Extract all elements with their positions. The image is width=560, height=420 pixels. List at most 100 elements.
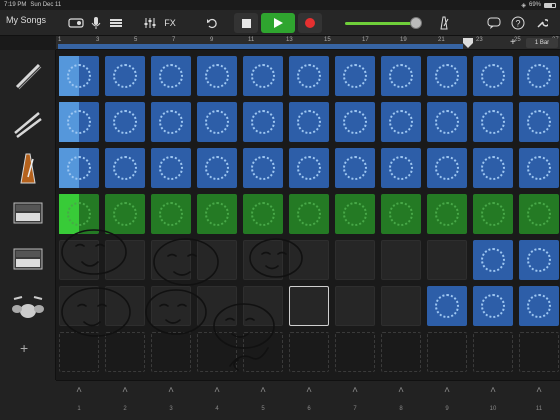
loop-cell[interactable] bbox=[243, 286, 283, 326]
timeline-ruler[interactable]: 13579111315171921232527 + 1 Bar bbox=[56, 36, 560, 50]
loop-cell[interactable] bbox=[59, 56, 99, 96]
loop-cell[interactable] bbox=[519, 286, 559, 326]
loop-cell[interactable] bbox=[335, 102, 375, 142]
loop-cell[interactable] bbox=[473, 286, 513, 326]
empty-cell-slot[interactable] bbox=[519, 332, 559, 372]
tracks-view-icon[interactable] bbox=[106, 13, 126, 33]
loop-cell[interactable] bbox=[151, 148, 191, 188]
loop-cell[interactable] bbox=[105, 240, 145, 280]
stop-button[interactable] bbox=[234, 13, 258, 33]
drumstick-icon[interactable] bbox=[8, 56, 48, 96]
empty-cell-slot[interactable] bbox=[197, 332, 237, 372]
empty-cell-slot[interactable] bbox=[151, 332, 191, 372]
loop-cell[interactable] bbox=[381, 286, 421, 326]
loop-cell[interactable] bbox=[381, 194, 421, 234]
loop-cell[interactable] bbox=[427, 148, 467, 188]
loop-cell[interactable] bbox=[59, 286, 99, 326]
loop-cell[interactable] bbox=[473, 148, 513, 188]
loop-cell[interactable] bbox=[289, 56, 329, 96]
loop-cell[interactable] bbox=[427, 102, 467, 142]
loop-cell[interactable] bbox=[289, 102, 329, 142]
loop-cell[interactable] bbox=[151, 56, 191, 96]
loop-cell[interactable] bbox=[473, 102, 513, 142]
loop-cell[interactable] bbox=[197, 148, 237, 188]
loop-cell[interactable] bbox=[381, 148, 421, 188]
loop-cell[interactable] bbox=[243, 148, 283, 188]
loop-cell[interactable] bbox=[519, 56, 559, 96]
loop-cell[interactable] bbox=[197, 194, 237, 234]
empty-cell-slot[interactable] bbox=[335, 332, 375, 372]
drumkit-icon[interactable] bbox=[8, 286, 48, 326]
metronome-icon[interactable] bbox=[434, 13, 454, 33]
loop-cell[interactable] bbox=[473, 240, 513, 280]
loop-cell[interactable] bbox=[381, 56, 421, 96]
loop-cell[interactable] bbox=[289, 194, 329, 234]
loop-cell[interactable] bbox=[151, 194, 191, 234]
loop-cell[interactable] bbox=[59, 240, 99, 280]
undo-icon[interactable] bbox=[202, 13, 222, 33]
add-track-button[interactable]: + bbox=[20, 340, 28, 356]
loop-cell[interactable] bbox=[151, 286, 191, 326]
loop-cell[interactable] bbox=[105, 286, 145, 326]
loop-cell[interactable] bbox=[289, 240, 329, 280]
column-trigger-button[interactable]: ˄ 1 bbox=[59, 385, 99, 419]
loop-cell[interactable] bbox=[335, 240, 375, 280]
loop-cell[interactable] bbox=[105, 56, 145, 96]
empty-cell-slot[interactable] bbox=[243, 332, 283, 372]
play-button[interactable] bbox=[261, 13, 295, 33]
help-icon[interactable]: ? bbox=[508, 13, 528, 33]
loop-cell[interactable] bbox=[473, 194, 513, 234]
loop-cell[interactable] bbox=[427, 240, 467, 280]
loop-cell[interactable] bbox=[473, 56, 513, 96]
empty-cell-slot[interactable] bbox=[427, 332, 467, 372]
loop-cell[interactable] bbox=[335, 148, 375, 188]
column-trigger-button[interactable]: ˄ 11 bbox=[519, 385, 559, 419]
empty-cell-slot[interactable] bbox=[105, 332, 145, 372]
keyboard-icon[interactable] bbox=[8, 194, 48, 234]
loop-cell[interactable] bbox=[427, 194, 467, 234]
loop-cell[interactable] bbox=[197, 56, 237, 96]
loop-cell[interactable] bbox=[243, 240, 283, 280]
loop-cell[interactable] bbox=[243, 56, 283, 96]
empty-cell-slot[interactable] bbox=[289, 332, 329, 372]
playhead[interactable] bbox=[463, 38, 473, 48]
metronome-track-icon[interactable] bbox=[8, 148, 48, 188]
mixer-icon[interactable] bbox=[140, 13, 160, 33]
loop-cell[interactable] bbox=[335, 56, 375, 96]
loop-cell[interactable] bbox=[151, 240, 191, 280]
loop-cell[interactable] bbox=[197, 102, 237, 142]
column-trigger-button[interactable]: ˄ 10 bbox=[473, 385, 513, 419]
mic-icon[interactable] bbox=[86, 13, 106, 33]
column-trigger-button[interactable]: ˄ 3 bbox=[151, 385, 191, 419]
empty-cell-slot[interactable] bbox=[381, 332, 421, 372]
browser-icon[interactable] bbox=[66, 13, 86, 33]
loop-cell[interactable] bbox=[519, 240, 559, 280]
master-volume-slider[interactable] bbox=[345, 22, 413, 25]
my-songs-button[interactable]: My Songs bbox=[6, 15, 46, 25]
loop-cell[interactable] bbox=[59, 194, 99, 234]
loop-cell[interactable] bbox=[381, 102, 421, 142]
column-trigger-button[interactable]: ˄ 4 bbox=[197, 385, 237, 419]
loop-cell[interactable] bbox=[335, 194, 375, 234]
loop-cell[interactable] bbox=[519, 102, 559, 142]
loop-cell[interactable] bbox=[197, 240, 237, 280]
loop-region[interactable] bbox=[58, 44, 463, 49]
loop-cell[interactable] bbox=[105, 148, 145, 188]
loop-cell[interactable] bbox=[105, 102, 145, 142]
loop-cell[interactable] bbox=[243, 102, 283, 142]
keyboard-icon[interactable] bbox=[8, 240, 48, 280]
loop-cell[interactable] bbox=[335, 286, 375, 326]
loop-cell[interactable] bbox=[59, 148, 99, 188]
loop-cell[interactable] bbox=[519, 148, 559, 188]
column-trigger-button[interactable]: ˄ 8 bbox=[381, 385, 421, 419]
add-section-button[interactable]: + bbox=[510, 37, 516, 48]
empty-cell-slot[interactable] bbox=[473, 332, 513, 372]
record-button[interactable] bbox=[298, 13, 322, 33]
fx-button[interactable]: FX bbox=[160, 13, 180, 33]
drumsticks-icon[interactable] bbox=[8, 102, 48, 142]
column-trigger-button[interactable]: ˄ 5 bbox=[243, 385, 283, 419]
loop-cell[interactable] bbox=[289, 148, 329, 188]
loop-cell[interactable] bbox=[427, 286, 467, 326]
loop-cell[interactable] bbox=[105, 194, 145, 234]
column-trigger-button[interactable]: ˄ 9 bbox=[427, 385, 467, 419]
